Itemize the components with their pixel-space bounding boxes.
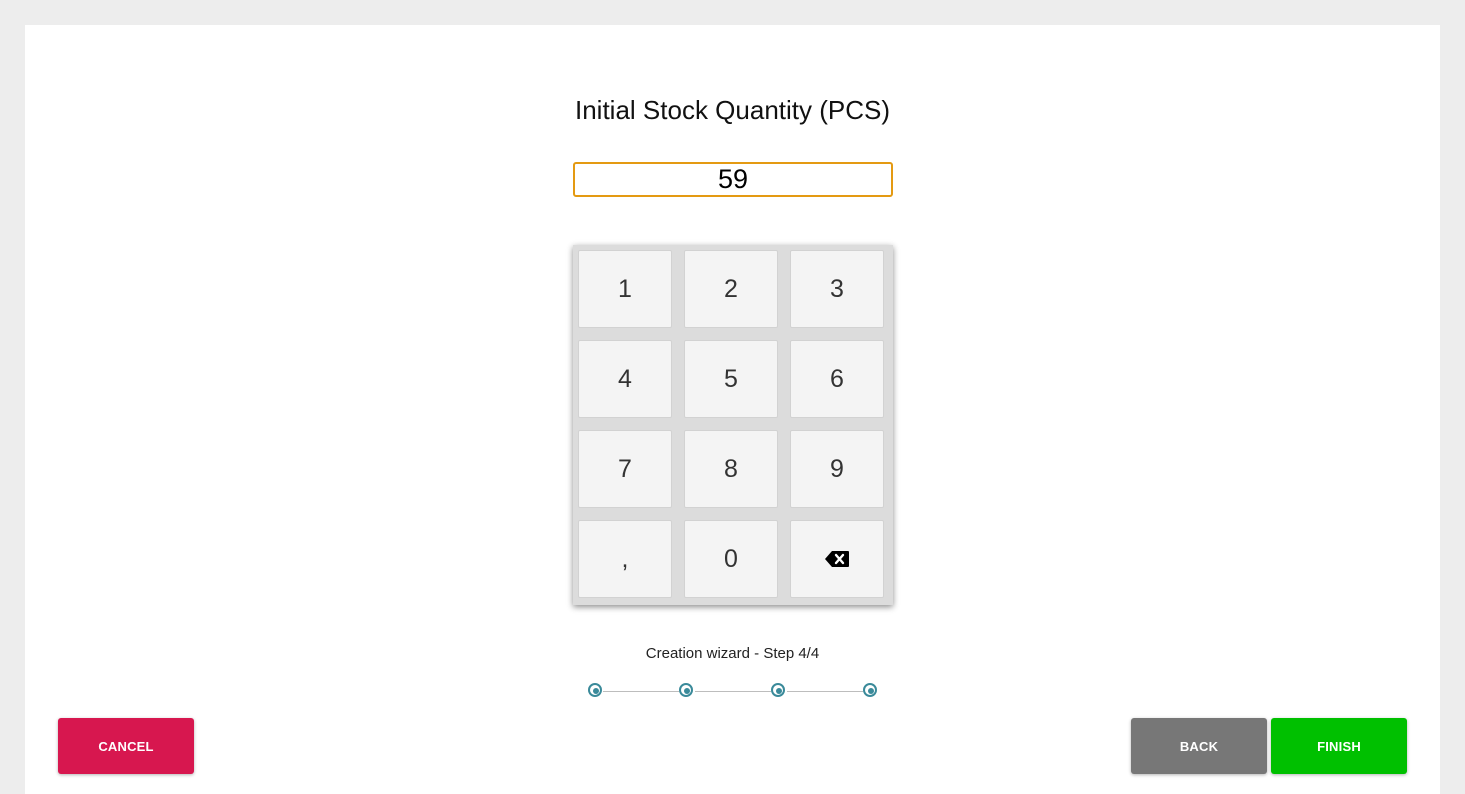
key-5[interactable]: 5 <box>684 340 778 418</box>
wizard-step-label: Creation wizard - Step 4/4 <box>645 645 820 662</box>
step-indicator-4 <box>863 683 877 697</box>
key-0[interactable]: 0 <box>684 520 778 598</box>
key-8[interactable]: 8 <box>684 430 778 508</box>
finish-button[interactable]: FINISH <box>1271 718 1407 774</box>
wizard-panel: Initial Stock Quantity (PCS) 1 2 3 4 5 6… <box>25 25 1440 794</box>
step-connector <box>695 691 771 692</box>
step-indicator-3 <box>771 683 785 697</box>
key-1[interactable]: 1 <box>578 250 672 328</box>
key-9[interactable]: 9 <box>790 430 884 508</box>
wizard-stepper <box>585 682 885 702</box>
backspace-key[interactable] <box>790 520 884 598</box>
step-indicator-2 <box>679 683 693 697</box>
cancel-button[interactable]: CANCEL <box>58 718 194 774</box>
backspace-icon <box>824 550 850 568</box>
quantity-input[interactable] <box>573 162 893 197</box>
page-title: Initial Stock Quantity (PCS) <box>575 95 890 125</box>
key-comma[interactable]: , <box>578 520 672 598</box>
key-2[interactable]: 2 <box>684 250 778 328</box>
numeric-keypad: 1 2 3 4 5 6 7 8 9 , 0 <box>573 245 893 605</box>
key-3[interactable]: 3 <box>790 250 884 328</box>
key-7[interactable]: 7 <box>578 430 672 508</box>
step-connector <box>787 691 863 692</box>
key-6[interactable]: 6 <box>790 340 884 418</box>
back-button[interactable]: BACK <box>1131 718 1267 774</box>
step-connector <box>603 691 679 692</box>
key-4[interactable]: 4 <box>578 340 672 418</box>
step-indicator-1 <box>588 683 602 697</box>
